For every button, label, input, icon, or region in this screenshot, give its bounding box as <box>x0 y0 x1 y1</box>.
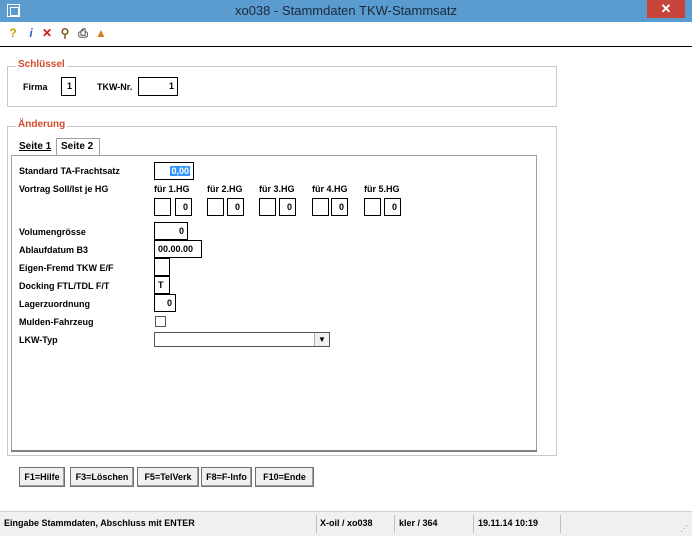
hg3-header: für 3.HG <box>259 184 295 194</box>
ablaufdatum-label: Ablaufdatum B3 <box>19 245 89 255</box>
status-divider <box>394 515 395 533</box>
lkw-typ-label: LKW-Typ <box>19 335 58 345</box>
schluessel-group: Schlüssel <box>7 59 557 107</box>
hg4-soll-field[interactable] <box>312 198 329 216</box>
f1-help-button[interactable]: F1=Hilfe <box>19 467 65 487</box>
vortrag-label: Vortrag Soll/Ist je HG <box>19 184 109 194</box>
standard-frachtsatz-field[interactable]: 0,00 <box>154 162 194 180</box>
eigen-fremd-field[interactable] <box>154 258 170 276</box>
standard-frachtsatz-label: Standard TA-Frachtsatz <box>19 166 120 176</box>
tkw-nr-field[interactable]: 1 <box>138 77 178 96</box>
hg2-header: für 2.HG <box>207 184 243 194</box>
hg2-soll-field[interactable] <box>207 198 224 216</box>
firma-label: Firma <box>23 82 48 92</box>
help-icon[interactable]: ? <box>6 26 20 40</box>
status-message: Eingabe Stammdaten, Abschluss mit ENTER <box>4 518 195 528</box>
status-user: kler / 364 <box>399 518 438 528</box>
ablaufdatum-field[interactable]: 00.00.00 <box>154 240 202 258</box>
lagerzuordnung-field[interactable]: 0 <box>154 294 176 312</box>
chevron-down-icon[interactable]: ▼ <box>314 333 329 346</box>
tkw-nr-label: TKW-Nr. <box>97 82 133 92</box>
info-icon[interactable]: i <box>24 26 38 40</box>
status-divider <box>560 515 561 533</box>
status-program: X-oil / xo038 <box>320 518 373 528</box>
export-icon[interactable]: ▲ <box>94 26 108 40</box>
print-icon[interactable]: ⎙ <box>76 26 90 40</box>
window-title: xo038 - Stammdaten TKW-Stammsatz <box>234 3 458 18</box>
status-divider <box>316 515 317 533</box>
mulden-checkbox[interactable] <box>155 316 166 327</box>
docking-label: Docking FTL/TDL F/T <box>19 281 110 291</box>
status-divider <box>473 515 474 533</box>
hg4-header: für 4.HG <box>312 184 348 194</box>
binoculars-icon[interactable]: ⚲ <box>58 26 72 40</box>
toolbar-separator <box>0 46 692 47</box>
hg1-header: für 1.HG <box>154 184 190 194</box>
aenderung-legend: Änderung <box>16 119 68 130</box>
app-window: xo038 - Stammdaten TKW-Stammsatz ✕ ? i ✕… <box>0 0 692 536</box>
hg1-ist-field[interactable]: 0 <box>175 198 192 216</box>
lagerzuordnung-label: Lagerzuordnung <box>19 299 90 309</box>
f5-telverk-button[interactable]: F5=TelVerk <box>137 467 199 487</box>
tab-seite-1[interactable]: Seite 1 <box>19 141 51 152</box>
toolbar: ? i ✕ ⚲ ⎙ ▲ <box>0 22 692 46</box>
delete-icon[interactable]: ✕ <box>40 26 54 40</box>
status-datetime: 19.11.14 10:19 <box>478 518 539 528</box>
volumen-field[interactable]: 0 <box>154 222 188 240</box>
status-bar: Eingabe Stammdaten, Abschluss mit ENTER … <box>0 511 692 536</box>
mulden-label: Mulden-Fahrzeug <box>19 317 94 327</box>
hg5-ist-field[interactable]: 0 <box>384 198 401 216</box>
hg5-header: für 5.HG <box>364 184 400 194</box>
standard-frachtsatz-value: 0,00 <box>170 166 190 176</box>
firma-field[interactable]: 1 <box>61 77 76 96</box>
lkw-typ-select[interactable]: ▼ <box>154 332 330 347</box>
close-button[interactable]: ✕ <box>647 0 685 18</box>
eigen-fremd-label: Eigen-Fremd TKW E/F <box>19 263 114 273</box>
schluessel-legend: Schlüssel <box>16 59 67 70</box>
f3-delete-button[interactable]: F3=Löschen <box>70 467 134 487</box>
f8-finfo-button[interactable]: F8=F-Info <box>201 467 252 487</box>
docking-field[interactable]: T <box>154 276 170 294</box>
hg3-ist-field[interactable]: 0 <box>279 198 296 216</box>
hg1-soll-field[interactable] <box>154 198 171 216</box>
hg4-ist-field[interactable]: 0 <box>331 198 348 216</box>
volumen-label: Volumengrösse <box>19 227 86 237</box>
tab-seite-2[interactable]: Seite 2 <box>61 141 93 152</box>
f10-end-button[interactable]: F10=Ende <box>255 467 314 487</box>
resize-grip-icon[interactable]: ⋰ <box>680 524 690 534</box>
title-bar[interactable]: xo038 - Stammdaten TKW-Stammsatz ✕ <box>0 0 692 22</box>
hg5-soll-field[interactable] <box>364 198 381 216</box>
hg3-soll-field[interactable] <box>259 198 276 216</box>
hg2-ist-field[interactable]: 0 <box>227 198 244 216</box>
